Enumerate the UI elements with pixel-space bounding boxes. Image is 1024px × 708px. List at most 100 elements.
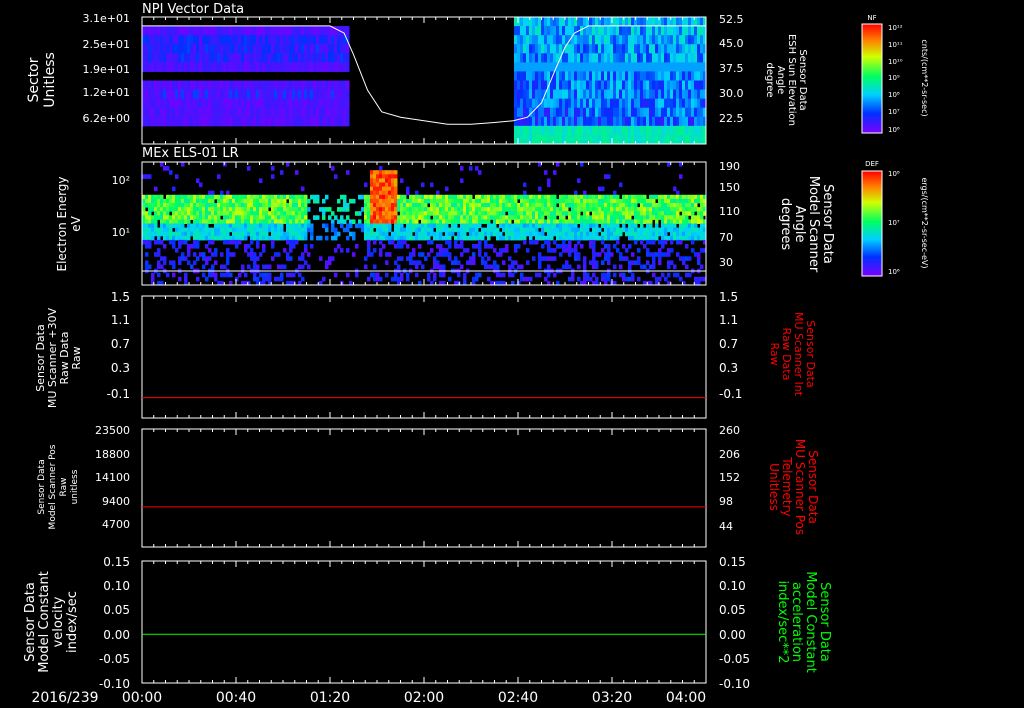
spectrogram-cell [523, 239, 527, 245]
spectrogram-cell [292, 26, 296, 36]
spectrogram-cell [550, 62, 554, 72]
spectrogram-cell [148, 107, 152, 118]
spectrogram-cell [592, 260, 596, 265]
spectrogram-cell [457, 244, 461, 249]
spectrogram-cell [313, 198, 317, 204]
spectrogram-cell [682, 211, 686, 216]
spectrogram-cell [538, 186, 542, 192]
spectrogram-cell [634, 107, 638, 118]
spectrogram-cell [634, 44, 638, 54]
spectrogram-cell [391, 190, 395, 196]
spectrogram-cell [463, 227, 467, 233]
spectrogram-cell [574, 207, 578, 212]
spectrogram-cell [637, 44, 641, 54]
spectrogram-cell [565, 198, 569, 204]
spectrogram-cell [526, 98, 530, 109]
spectrogram-cell [541, 44, 545, 54]
spectrogram-cell [679, 207, 683, 212]
spectrogram-cell [322, 116, 326, 127]
spectrogram-cell [388, 190, 392, 196]
spectrogram-cell [658, 62, 662, 72]
spectrogram-cell [679, 71, 683, 81]
spectrogram-cell [244, 107, 248, 118]
spectrogram-cell [466, 203, 470, 208]
spectrogram-cell [661, 244, 665, 249]
spectrogram-cell [670, 35, 674, 45]
spectrogram-cell [568, 194, 572, 200]
spectrogram-cell [688, 211, 692, 216]
spectrogram-cell [628, 107, 632, 118]
spectrogram-cell [214, 53, 218, 63]
spectrogram-cell [310, 107, 314, 118]
spectrogram-cell [514, 134, 518, 145]
spectrogram-cell [259, 211, 263, 216]
spectrogram-cell [613, 235, 617, 241]
spectrogram-cell [301, 98, 305, 109]
spectrogram-cell [220, 62, 224, 72]
spectrogram-cell [634, 260, 638, 265]
spectrogram-cell [190, 215, 194, 220]
spectrogram-cell [634, 53, 638, 63]
spectrogram-cell [442, 264, 446, 270]
spectrogram-cell [394, 227, 398, 233]
spectrogram-cell [298, 264, 302, 270]
spectrogram-cell [667, 62, 671, 72]
spectrogram-cell [199, 219, 203, 224]
spectrogram-cell [679, 116, 683, 127]
spectrogram-cell [301, 62, 305, 72]
spectrogram-cell [157, 239, 161, 245]
spectrogram-cell [409, 252, 413, 257]
spectrogram-cell [400, 244, 404, 249]
spectrogram-cell [400, 203, 404, 208]
spectrogram-cell [217, 215, 221, 220]
spectrogram-cell [388, 223, 392, 229]
spectrogram-cell [463, 215, 467, 220]
spectrogram-cell [220, 272, 224, 278]
spectrogram-cell [211, 26, 215, 36]
spectrogram-cell [556, 162, 560, 167]
spectrogram-cell [373, 215, 377, 220]
spectrogram-cell [232, 203, 236, 208]
spectrogram-cell [667, 53, 671, 63]
spectrogram-cell [214, 252, 218, 257]
spectrogram-cell [667, 17, 671, 27]
spectrogram-cell [187, 231, 191, 237]
spectrogram-cell [334, 174, 338, 179]
spectrogram-cell [538, 162, 542, 167]
spectrogram-cell [193, 260, 197, 265]
spectrogram-cell [286, 256, 290, 261]
spectrogram-cell [631, 89, 635, 100]
spectrogram-cell [550, 89, 554, 100]
spectrogram-cell [550, 215, 554, 220]
spectrogram-cell [445, 186, 449, 192]
spectrogram-cell [487, 235, 491, 241]
spectrogram-cell [406, 223, 410, 229]
spectrogram-cell [661, 207, 665, 212]
spectrogram-cell [493, 203, 497, 208]
spectrogram-cell [193, 223, 197, 229]
spectrogram-cell [376, 178, 380, 183]
spectrogram-cell [277, 207, 281, 212]
spectrogram-cell [235, 219, 239, 224]
spectrogram-cell [661, 227, 665, 233]
spectrogram-cell [301, 235, 305, 241]
spectrogram-cell [694, 198, 698, 204]
spectrogram-cell [451, 198, 455, 204]
spectrogram-cell [583, 219, 587, 224]
spectrogram-cell [433, 223, 437, 229]
spectrogram-cell [565, 194, 569, 200]
spectrogram-cell [166, 219, 170, 224]
spectrogram-cell [535, 71, 539, 81]
spectrogram-cell [523, 235, 527, 241]
spectrogram-cell [262, 116, 266, 127]
spectrogram-cell [694, 98, 698, 109]
spectrogram-cell [319, 116, 323, 127]
spectrogram-cell [442, 194, 446, 200]
spectrogram-cell [640, 198, 644, 204]
spectrogram-cell [388, 182, 392, 188]
spectrogram-cell [163, 260, 167, 265]
spectrogram-cell [508, 203, 512, 208]
spectrogram-cell [196, 227, 200, 233]
spectrogram-cell [553, 89, 557, 100]
spectrogram-cell [226, 89, 230, 100]
